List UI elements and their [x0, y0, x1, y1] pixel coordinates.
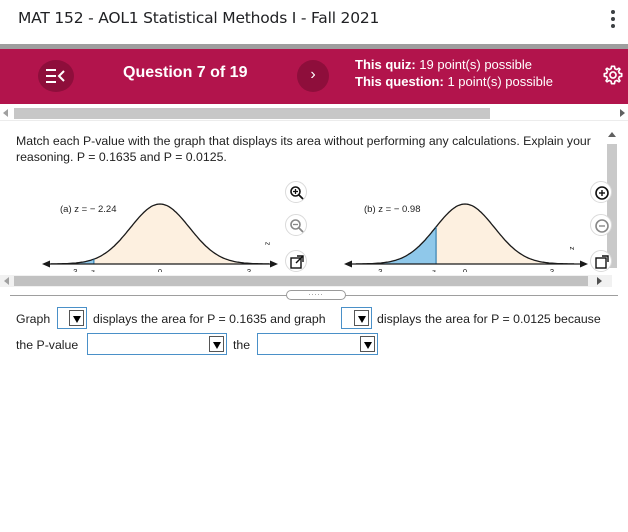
graph-a-label: (a) z = − 2.24 [60, 204, 117, 215]
graph-a-axis-right-arrow [270, 260, 278, 268]
scroll-left-icon[interactable] [4, 277, 9, 285]
graph-b-tail-shade [355, 226, 437, 264]
chevron-right-icon: › [310, 66, 316, 83]
settings-gear-icon[interactable] [602, 64, 624, 86]
graph-b-tick-0: 0 [463, 268, 468, 272]
scroll-left-icon[interactable] [3, 109, 8, 117]
graph-a-tick-z: z [91, 268, 95, 272]
next-question-button[interactable]: › [297, 60, 329, 92]
quiz-points-label: This quiz: [355, 57, 416, 72]
zoom-in-icon [595, 186, 609, 200]
pane-horizontal-scrollbar[interactable] [0, 275, 612, 287]
graph-b-side-z: z [569, 246, 576, 250]
scroll-up-icon[interactable] [608, 132, 616, 137]
popout-icon [595, 255, 609, 269]
scroll-right-icon[interactable] [597, 277, 602, 285]
answer-text-area1: displays the area for P = 0.1635 and gra… [93, 312, 326, 326]
graph-a-zoom-in-button[interactable] [285, 181, 307, 203]
graph-b-tick-3: 3 [550, 268, 555, 272]
pvalue-select[interactable] [87, 333, 227, 355]
graph-a-zoom-out-button[interactable] [285, 214, 307, 236]
answer-text-the: the [233, 338, 251, 352]
question-points-label: This question: [355, 74, 444, 89]
graph-b-zoom-in-button[interactable] [590, 181, 612, 203]
graph-a-popout-button[interactable] [285, 250, 307, 272]
window-titlebar: MAT 152 - AOL1 Statistical Methods I - F… [0, 0, 628, 44]
dropdown-caret-icon [69, 310, 84, 326]
list-menu-icon [46, 69, 65, 83]
vertical-scrollbar-thumb[interactable] [607, 144, 617, 268]
popout-icon [290, 255, 304, 269]
dropdown-caret-icon [360, 336, 375, 352]
graph-b-tick-z: z [432, 268, 436, 272]
graph-a-tick-0: 0 [158, 268, 163, 272]
app-title: MAT 152 - AOL1 Statistical Methods I - F… [18, 9, 380, 27]
graph-a-side-z: z [264, 241, 272, 246]
graph-a-axis-left-arrow [42, 260, 50, 268]
graph-b-zoom-out-button[interactable] [590, 214, 612, 236]
graph-b-axis-right-arrow [580, 260, 588, 268]
graph-select-2[interactable] [341, 307, 372, 329]
question-prompt: Match each P-value with the graph that d… [16, 133, 616, 165]
zoom-out-icon [595, 219, 609, 233]
outer-horizontal-scrollbar[interactable] [0, 106, 628, 121]
graph-a: (a) z = − 2.24 −3 z 0 3 [42, 203, 278, 272]
pane-resize-handle[interactable]: ..... [286, 290, 346, 300]
scrollbar-thumb[interactable] [14, 108, 490, 119]
dropdown-caret-icon [354, 310, 369, 326]
zoom-out-icon [290, 219, 304, 233]
dropdown-caret-icon [209, 336, 224, 352]
graph-a-tick-neg3: −3 [68, 268, 78, 272]
scroll-right-icon[interactable] [620, 109, 625, 117]
answer-text-area2: displays the area for P = 0.0125 because [377, 312, 601, 326]
graph-a-tick-3: 3 [247, 268, 252, 272]
question-menu-button[interactable] [38, 60, 74, 92]
answer-text-pvalue: the P-value [16, 338, 79, 352]
quiz-header: Question 7 of 19 › This quiz: 19 point(s… [0, 49, 628, 104]
graph-b-axis-left-arrow [344, 260, 352, 268]
answer-text-graph: Graph [16, 312, 51, 326]
points-info: This quiz: 19 point(s) possible This que… [355, 56, 553, 90]
prompt-line-1: Match each P-value with the graph that d… [16, 134, 591, 148]
graph-b-tick-neg3: −3 [373, 268, 383, 272]
quiz-points-value: 19 point(s) possible [419, 57, 533, 72]
graph-select-1[interactable] [57, 307, 87, 329]
graph-b-popout-button[interactable] [590, 250, 612, 272]
reason-select[interactable] [257, 333, 378, 355]
prompt-line-2: reasoning. P = 0.1635 and P = 0.0125. [16, 150, 227, 164]
graph-b: (b) z = − 0.98 −3 z 0 3 z [344, 203, 588, 272]
zoom-in-icon [290, 186, 304, 200]
question-counter: Question 7 of 19 [123, 64, 248, 81]
graph-b-label: (b) z = − 0.98 [364, 204, 421, 215]
question-points-value: 1 point(s) possible [447, 74, 553, 89]
more-options-icon[interactable] [609, 8, 617, 32]
pane-scrollbar-thumb[interactable] [14, 276, 588, 286]
